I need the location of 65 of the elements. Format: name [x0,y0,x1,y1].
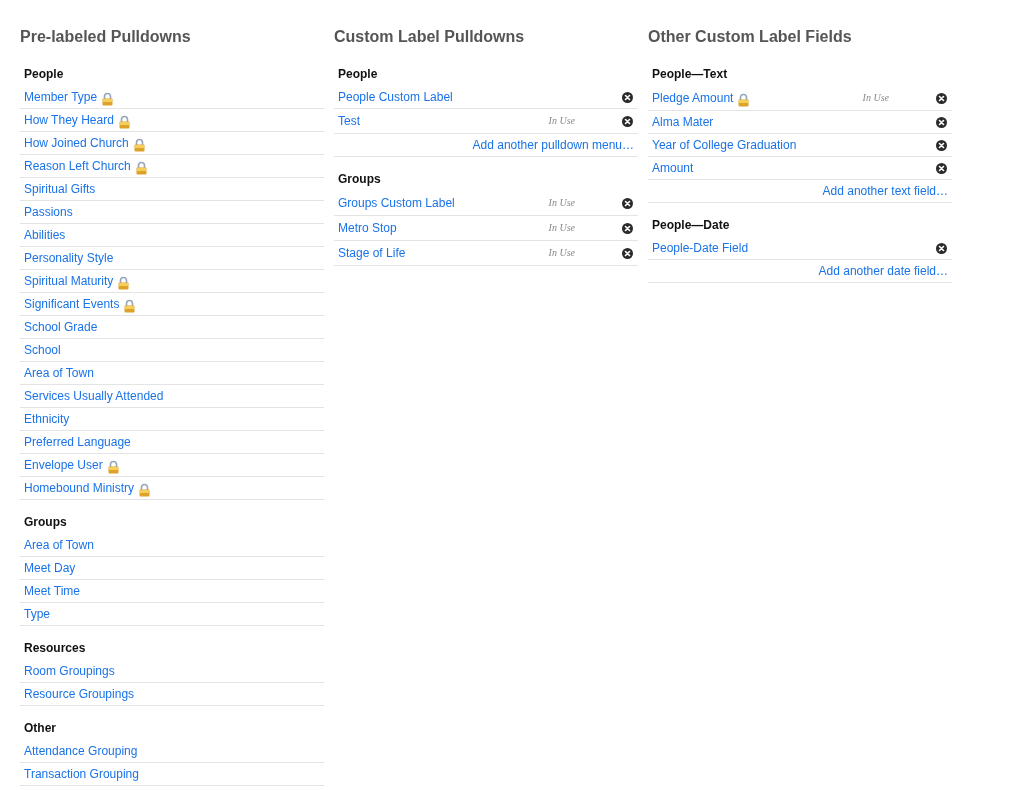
field-link[interactable]: Abilities [24,227,66,243]
remove-icon[interactable] [622,91,633,103]
remove-icon[interactable] [622,197,633,209]
remove-icon[interactable] [622,222,633,234]
field-link[interactable]: Area of Town [24,365,94,381]
column-heading: Pre-labeled Pulldowns [20,27,191,47]
field-link[interactable]: Meet Day [24,560,76,576]
in-use-label: In Use [548,222,575,234]
field-link[interactable]: Preferred Language [24,434,131,450]
remove-icon[interactable] [622,247,633,259]
field-link[interactable]: Room Groupings [24,663,115,679]
field-link[interactable]: How Joined Church [24,135,129,151]
section-heading: People—Text [652,67,728,82]
section-heading: People [338,67,378,82]
field-link[interactable]: People Custom Label [338,89,453,105]
section-heading: Groups [338,172,381,187]
in-use-label: In Use [862,92,889,104]
field-link[interactable]: Area of Town [24,537,94,553]
field-link[interactable]: Services Usually Attended [24,388,164,404]
add-link[interactable]: Add another text field… [822,183,948,199]
field-link[interactable]: Amount [652,160,694,176]
field-link[interactable]: Test [338,113,360,129]
field-link[interactable]: Year of College Graduation [652,137,797,153]
field-link[interactable]: Attendance Grouping [24,743,138,759]
column-heading: Other Custom Label Fields [648,27,852,47]
field-link[interactable]: Stage of Life [338,245,406,261]
add-link[interactable]: Add another pulldown menu… [472,137,634,153]
field-link[interactable]: Homebound Ministry [24,480,135,496]
add-link[interactable]: Add another date field… [818,263,948,279]
remove-icon[interactable] [622,115,633,127]
field-link[interactable]: Personality Style [24,250,114,266]
field-link[interactable]: People-Date Field [652,240,749,256]
field-link[interactable]: Groups Custom Label [338,195,455,211]
field-link[interactable]: Meet Time [24,583,80,599]
field-link[interactable]: Resource Groupings [24,686,135,702]
column-heading: Custom Label Pulldowns [334,27,525,47]
in-use-label: In Use [548,115,575,127]
field-link[interactable]: Significant Events [24,296,120,312]
field-link[interactable]: Reason Left Church [24,158,131,174]
section-heading: Other [24,721,56,736]
field-link[interactable]: Spiritual Gifts [24,181,96,197]
field-link[interactable]: Pledge Amount [652,90,734,106]
field-link[interactable]: Member Type [24,89,98,105]
field-link[interactable]: School [24,342,61,358]
field-link[interactable]: Type [24,606,50,622]
in-use-label: In Use [548,197,575,209]
in-use-label: In Use [548,247,575,259]
field-link[interactable]: School Grade [24,319,98,335]
remove-icon[interactable] [936,92,947,104]
section-heading: People—Date [652,218,730,233]
section-heading: People [24,67,64,82]
field-link[interactable]: Envelope User [24,457,103,473]
section-heading: Groups [24,515,67,530]
field-link[interactable]: Ethnicity [24,411,70,427]
field-link[interactable]: Passions [24,204,73,220]
remove-icon[interactable] [936,139,947,151]
field-link[interactable]: Metro Stop [338,220,397,236]
field-link[interactable]: Transaction Grouping [24,766,139,782]
remove-icon[interactable] [936,242,947,254]
field-link[interactable]: Spiritual Maturity [24,273,114,289]
remove-icon[interactable] [936,162,947,174]
remove-icon[interactable] [936,116,947,128]
section-heading: Resources [24,641,86,656]
field-link[interactable]: Alma Mater [652,114,714,130]
field-link[interactable]: How They Heard [24,112,114,128]
